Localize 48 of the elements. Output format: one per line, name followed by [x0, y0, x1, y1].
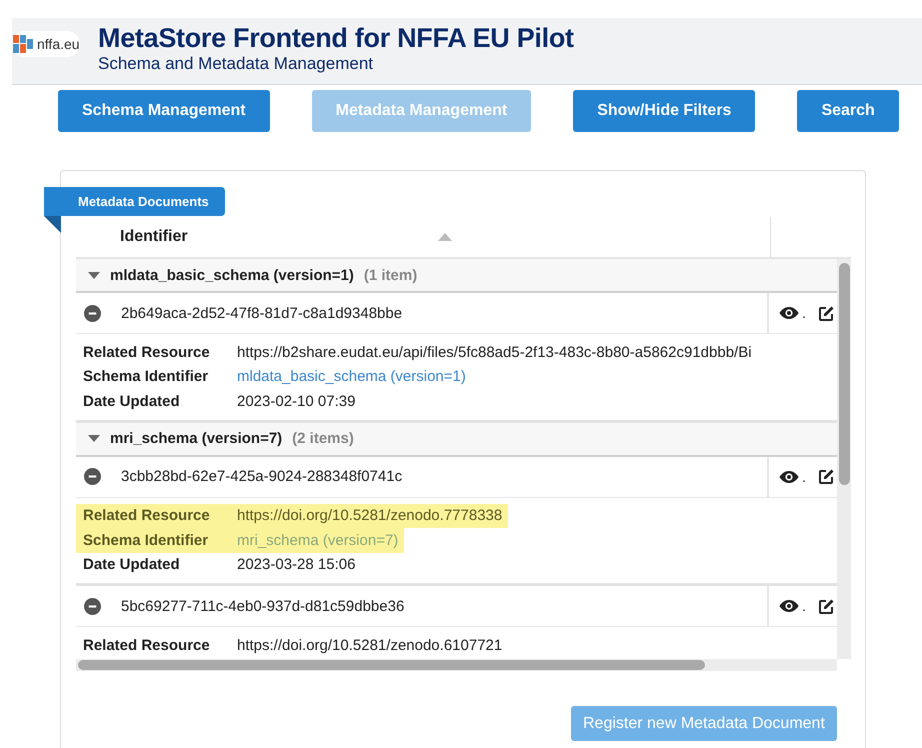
- group-header[interactable]: mldata_basic_schema (version=1) (1 item): [76, 259, 837, 293]
- logo-icon: [13, 35, 35, 53]
- detail-label: Schema Identifier: [83, 368, 210, 386]
- detail-label: Date Updated: [83, 556, 181, 574]
- group-header[interactable]: mri_schema (version=7) (2 items): [76, 422, 837, 456]
- nav-button[interactable]: Search: [797, 90, 899, 132]
- nav-button[interactable]: Show/Hide Filters: [573, 90, 756, 132]
- detail-label: Related Resource: [83, 344, 211, 361]
- caret-icon[interactable]: [88, 435, 100, 442]
- view-icon[interactable]: [779, 599, 799, 613]
- schema-link[interactable]: mri_schema (version=7): [237, 532, 398, 549]
- group-count: (2 items): [292, 430, 354, 447]
- caret-icon[interactable]: [88, 272, 100, 278]
- collapse-icon[interactable]: [84, 598, 101, 614]
- detail-label: Related Resource: [83, 507, 211, 524]
- logo-text: nffa.eu: [37, 36, 80, 52]
- separator-text: .: [802, 598, 806, 614]
- view-icon[interactable]: [779, 306, 799, 320]
- group-title: mri_schema (version=7): [110, 430, 282, 447]
- identifier-text: 5bc69277-711c-4eb0-937d-d81c59dbbe36: [121, 598, 404, 614]
- tab-fold-icon: [44, 216, 61, 233]
- vertical-scrollbar[interactable]: [837, 259, 851, 659]
- detail-value: https://doi.org/10.5281/zenodo.6107721: [237, 636, 502, 654]
- group-count: (1 item): [364, 266, 418, 284]
- group-title: mldata_basic_schema (version=1): [110, 266, 354, 284]
- edit-icon[interactable]: [818, 468, 835, 485]
- app-subtitle: Schema and Metadata Management: [98, 54, 374, 74]
- edit-icon[interactable]: [818, 304, 835, 322]
- detail-value: 2023-03-28 15:06: [237, 556, 356, 574]
- detail-label: Date Updated: [83, 392, 181, 410]
- detail-value: https://doi.org/10.5281/zenodo.7778338: [237, 507, 502, 524]
- horizontal-scrollbar[interactable]: [76, 659, 837, 671]
- nav-button[interactable]: Schema Management: [58, 90, 270, 132]
- view-icon[interactable]: [779, 470, 799, 484]
- detail-value: 2023-02-10 07:39: [237, 392, 356, 410]
- identifier-text: 3cbb28bd-62e7-425a-9024-288348f0741c: [121, 468, 402, 485]
- app-title: MetaStore Frontend for NFFA EU Pilot: [98, 22, 574, 54]
- detail-value: https://b2share.eudat.eu/api/files/5fc88ad5-2f13-483c-8b80-a5862c91dbbb/Bi: [237, 344, 752, 361]
- detail-label: Related Resource: [83, 636, 211, 654]
- collapse-icon[interactable]: [84, 304, 101, 322]
- edit-icon[interactable]: [818, 598, 835, 614]
- separator-text: .: [802, 305, 806, 321]
- detail-label: Schema Identifier: [83, 532, 210, 549]
- identifier-text: 2b649aca-2d52-47f8-81d7-c8a1d9348bbe: [121, 304, 402, 322]
- collapse-icon[interactable]: [84, 468, 101, 485]
- column-header[interactable]: Identifier: [120, 228, 188, 246]
- schema-link[interactable]: mldata_basic_schema (version=1): [237, 368, 466, 386]
- separator-text: .: [802, 468, 806, 484]
